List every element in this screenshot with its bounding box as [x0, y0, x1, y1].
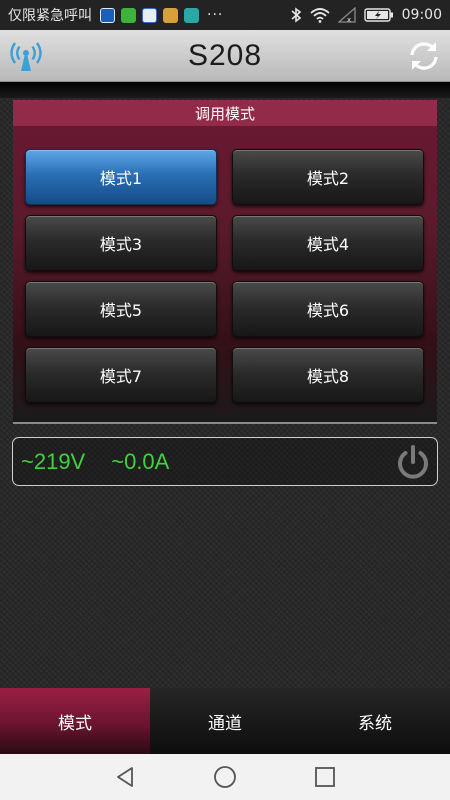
panel-title: 调用模式 — [13, 100, 437, 126]
mode-1-button[interactable]: 模式1 — [25, 149, 217, 205]
battery-icon — [363, 8, 393, 22]
more-notifications: ··· — [207, 7, 224, 23]
mode-panel: 调用模式 模式1 模式2 模式3 模式4 模式5 模式6 模式7 模式8 — [13, 100, 437, 422]
wifi-icon — [310, 8, 330, 23]
mode-7-button[interactable]: 模式7 — [25, 347, 217, 403]
home-icon[interactable] — [213, 765, 237, 789]
page-title: S208 — [187, 38, 263, 72]
recents-icon[interactable] — [314, 766, 336, 788]
signal-antenna-icon[interactable] — [8, 38, 44, 74]
power-icon[interactable] — [393, 442, 433, 482]
system-nav-bar — [0, 754, 450, 800]
notification-icon — [142, 7, 157, 23]
notification-icon — [100, 7, 115, 23]
notification-icon — [184, 7, 199, 23]
power-readout: ~219V ~0.0A — [12, 437, 438, 486]
mode-8-button[interactable]: 模式8 — [232, 347, 424, 403]
notification-icon — [121, 7, 136, 23]
mode-2-button[interactable]: 模式2 — [232, 149, 424, 205]
status-bar: 仅限紧急呼叫 ··· x 09:00 — [0, 0, 450, 30]
divider — [13, 422, 437, 424]
mode-4-button[interactable]: 模式4 — [232, 215, 424, 271]
back-icon[interactable] — [114, 766, 136, 788]
notification-icons — [100, 7, 199, 23]
mode-3-button[interactable]: 模式3 — [25, 215, 217, 271]
tab-mode[interactable]: 模式 — [0, 688, 150, 754]
notification-icon — [163, 7, 178, 23]
voltage-value: ~219V — [21, 448, 86, 474]
carrier-text: 仅限紧急呼叫 — [8, 8, 92, 24]
tab-system[interactable]: 系统 — [300, 688, 450, 754]
tab-channel[interactable]: 通道 — [150, 688, 300, 754]
current-value: ~0.0A — [111, 448, 170, 474]
signal-icon: x — [337, 7, 356, 23]
svg-text:x: x — [347, 16, 351, 23]
bottom-tab-bar: 模式 通道 系统 — [0, 688, 450, 754]
refresh-icon[interactable] — [406, 38, 442, 74]
bluetooth-icon — [291, 7, 301, 23]
app-header: S208 — [0, 30, 450, 82]
clock: 09:00 — [401, 7, 442, 23]
mode-6-button[interactable]: 模式6 — [232, 281, 424, 337]
header-shadow — [0, 82, 450, 98]
mode-5-button[interactable]: 模式5 — [25, 281, 217, 337]
